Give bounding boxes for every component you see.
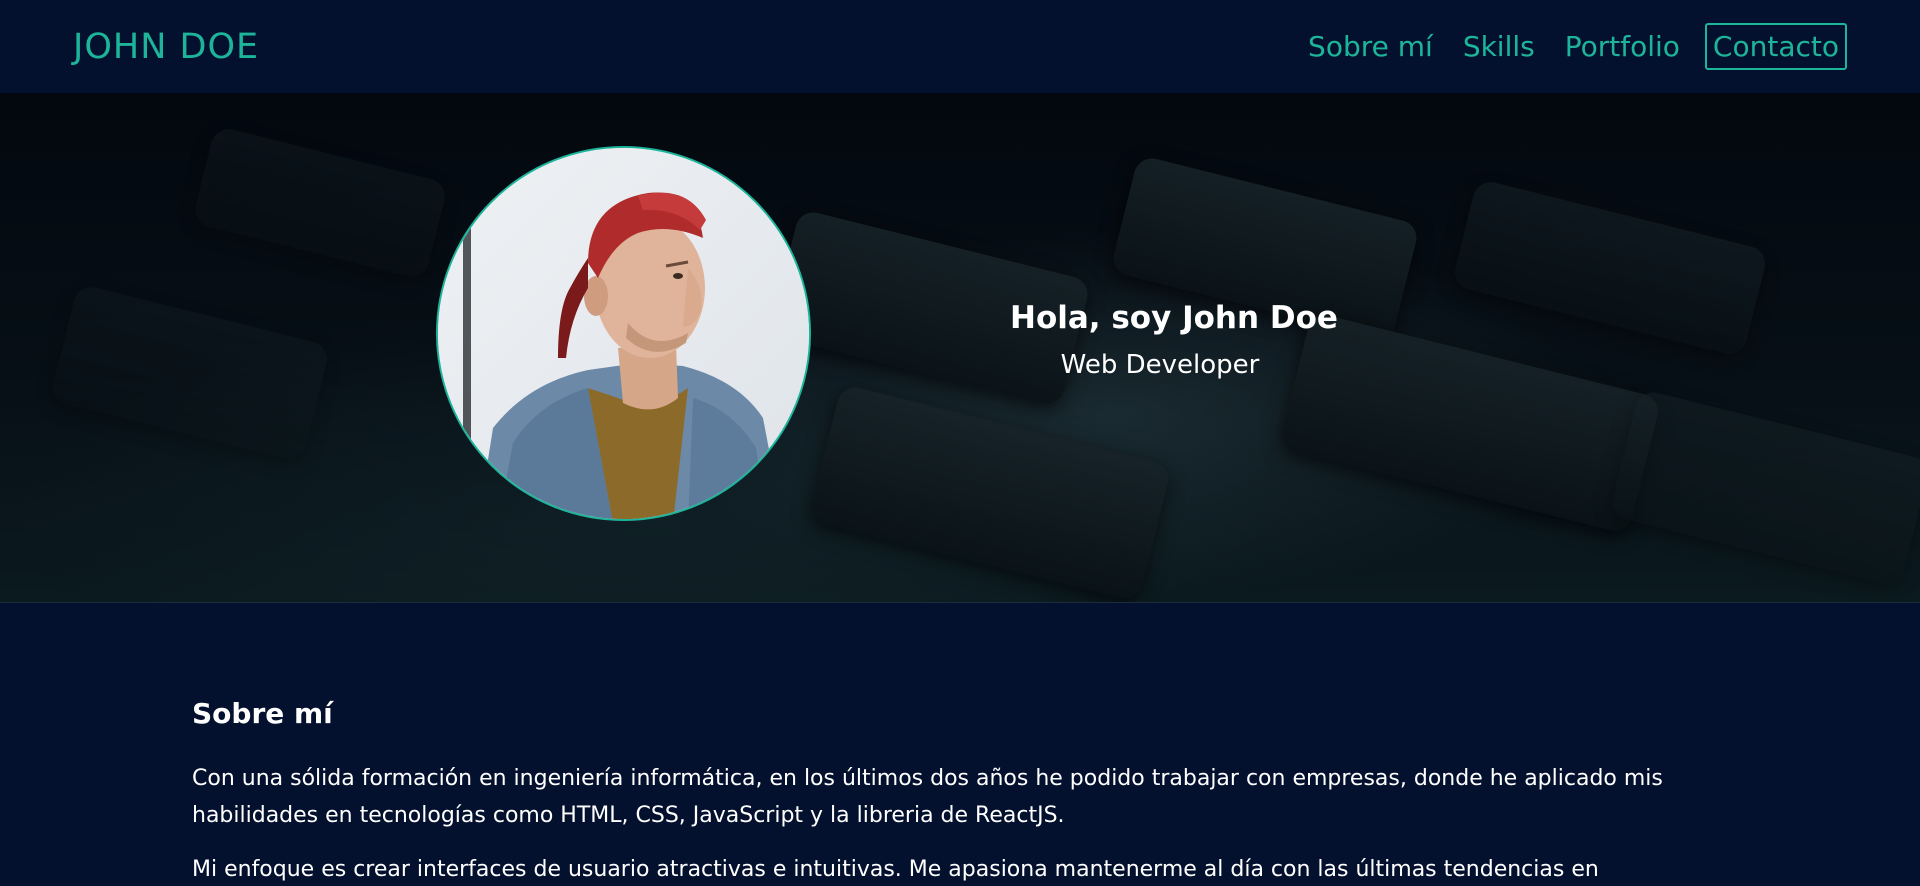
hero-subtitle: Web Developer <box>1060 350 1260 380</box>
hero-title: Hola, soy John Doe <box>1010 300 1338 336</box>
about-paragraph: Con una sólida formación en ingeniería i… <box>192 766 1663 828</box>
about-title: Sobre mí <box>192 697 333 730</box>
main-nav: Sobre mí Skills Portfolio Contacto <box>1278 23 1847 70</box>
keyboard-background <box>0 93 1920 602</box>
brand-logo-link[interactable]: JOHN DOE <box>73 27 259 67</box>
hero-intro: Hola, soy John Doe Web Developer <box>1010 300 1338 380</box>
site-header: JOHN DOE Sobre mí Skills Portfolio Conta… <box>0 0 1920 93</box>
hero-section: Hola, soy John Doe Web Developer <box>0 93 1920 603</box>
nav-link-portfolio[interactable]: Portfolio <box>1565 32 1680 61</box>
about-paragraph: Mi enfoque es crear interfaces de usuari… <box>192 857 1599 882</box>
profile-illustration <box>438 148 809 519</box>
profile-photo <box>436 146 811 521</box>
nav-link-contacto[interactable]: Contacto <box>1704 23 1847 70</box>
nav-link-skills[interactable]: Skills <box>1463 32 1535 61</box>
about-section: Sobre mí Con una sólida formación en ing… <box>0 604 1920 886</box>
nav-link-sobre-mi[interactable]: Sobre mí <box>1308 32 1433 61</box>
